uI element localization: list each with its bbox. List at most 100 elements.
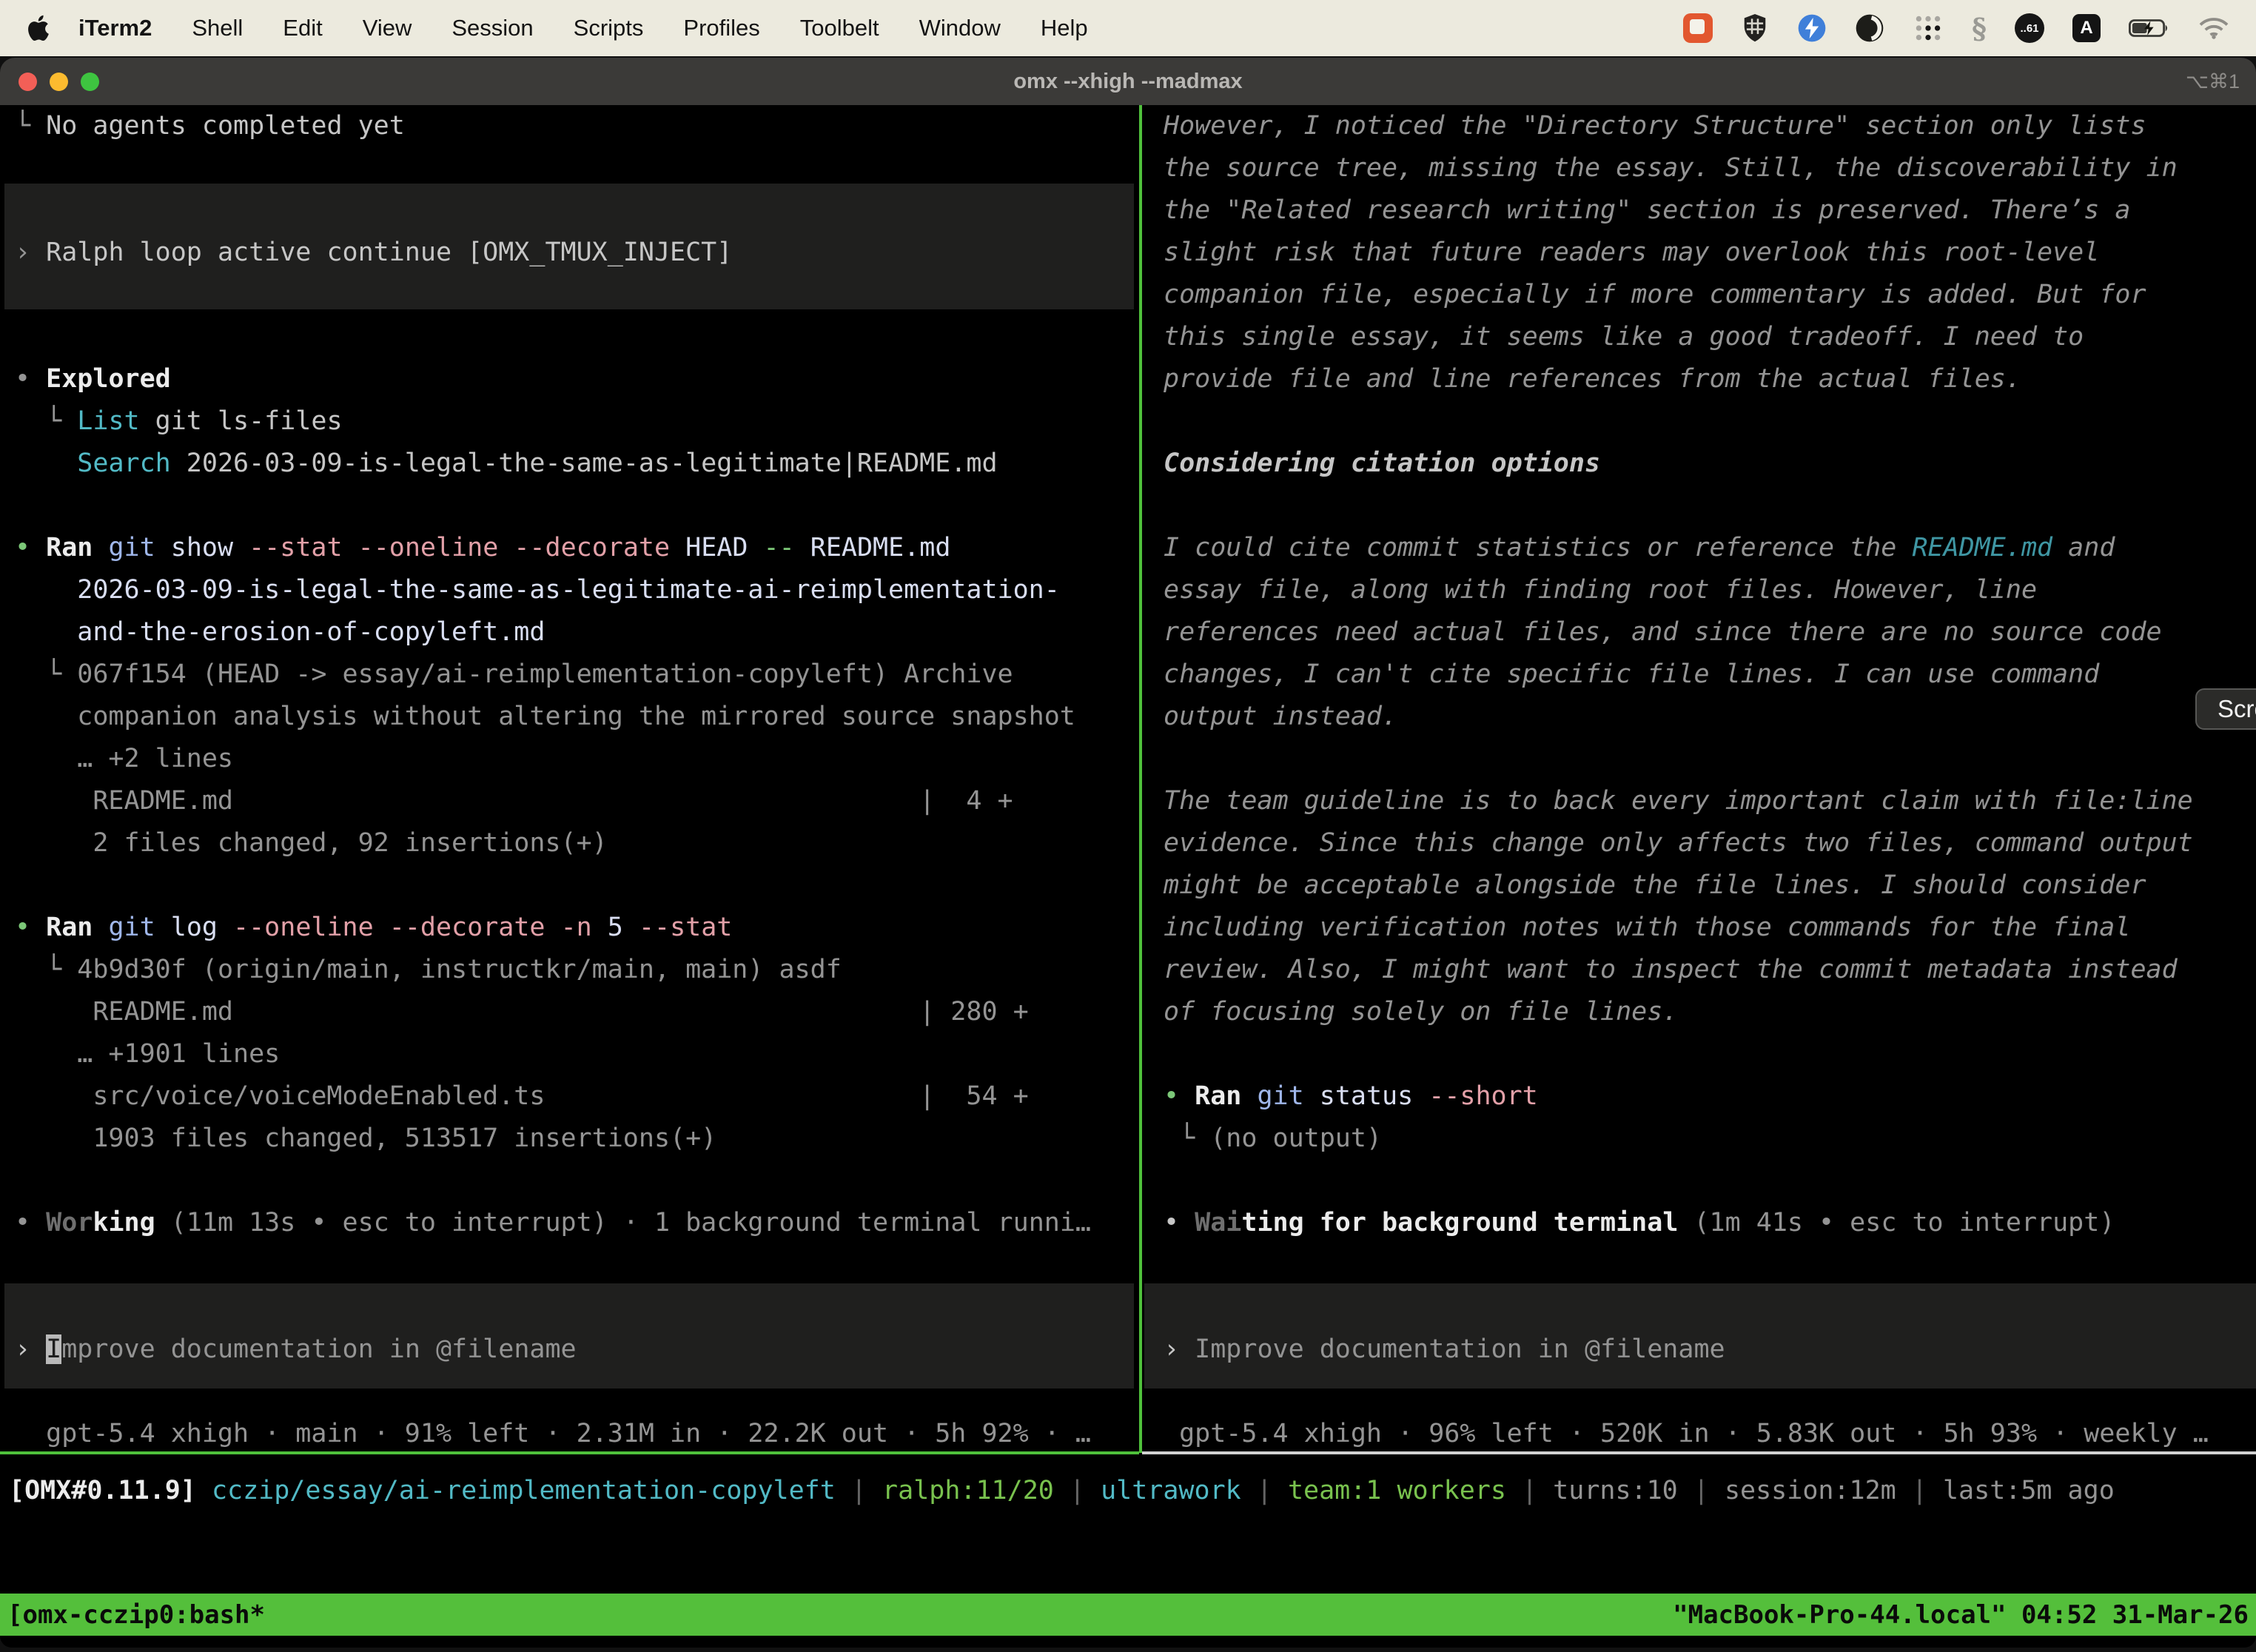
terminal-row: src/voice/voiceModeEnabled.ts | 54 + [0, 1075, 1140, 1118]
tmux-pane-right[interactable]: However, I noticed the "Directory Struct… [1143, 105, 2256, 1455]
terminal-row: the "Related research writing" section i… [1143, 189, 2256, 232]
terminal-row: › Improve documentation in @filename [1143, 1329, 2256, 1371]
terminal-row: this single essay, it seems like a good … [1143, 316, 2256, 358]
screen: { "menu_bar": { "items": ["iTerm2", "She… [0, 0, 2256, 1652]
input-source-icon[interactable]: A [2072, 14, 2101, 42]
terminal-row [0, 1244, 1140, 1286]
terminal-row: … +1901 lines [0, 1033, 1140, 1075]
snake-glyph-icon[interactable]: § [1972, 12, 1987, 45]
pie-crescent-icon[interactable] [1855, 13, 1884, 43]
terminal-row: output instead. [1143, 696, 2256, 738]
dots-grid-icon[interactable] [1913, 13, 1944, 44]
menu-item-iterm2[interactable]: iTerm2 [62, 15, 172, 41]
terminal-row: Considering citation options [1143, 443, 2256, 485]
window-shortcut-badge: ⌥⌘1 [2186, 70, 2240, 93]
tmux-pane-left[interactable]: └ No agents completed yet › Ralph loop ac… [0, 105, 1140, 1455]
terminal-row: Search 2026-03-09-is-legal-the-same-as-l… [0, 443, 1140, 485]
pane-divider[interactable] [1139, 105, 1142, 1453]
terminal-row: • Ran git show --stat --oneline --decora… [0, 527, 1140, 569]
left-pane-rows: └ No agents completed yet › Ralph loop ac… [0, 105, 1140, 1455]
terminal-row [1143, 1371, 2256, 1413]
menu-item-profiles[interactable]: Profiles [663, 15, 779, 41]
shield-icon[interactable] [1741, 13, 1769, 44]
terminal-row: companion file, especially if more comme… [1143, 274, 2256, 316]
terminal-row: including verification notes with those … [1143, 907, 2256, 949]
window-title: omx --xhigh --madmax [0, 70, 2256, 94]
terminal-row: • Waiting for background terminal (1m 41… [1143, 1202, 2256, 1244]
menu-item-window[interactable]: Window [899, 15, 1021, 41]
terminal-row: • Ran git log --oneline --decorate -n 5 … [0, 907, 1140, 949]
terminal-row: The team guideline is to back every impo… [1143, 780, 2256, 822]
terminal-row: essay file, along with finding root file… [1143, 569, 2256, 611]
terminal-row: of focusing solely on file lines. [1143, 991, 2256, 1033]
terminal-row [0, 1286, 1140, 1329]
terminal-row: README.md | 280 + [0, 991, 1140, 1033]
terminal-row: However, I noticed the "Directory Struct… [1143, 105, 2256, 147]
terminal-row: I could cite commit statistics or refere… [1143, 527, 2256, 569]
terminal-row: › Improve documentation in @filename [0, 1329, 1140, 1371]
terminal-row [1143, 485, 2256, 527]
terminal-row: companion analysis without altering the … [0, 696, 1140, 738]
battery-icon[interactable] [2129, 17, 2170, 39]
terminal-row [1143, 1033, 2256, 1075]
terminal-row: evidence. Since this change only affects… [1143, 822, 2256, 864]
menu-item-help[interactable]: Help [1021, 15, 1108, 41]
tmux-status-bar: [omx-cczip0:bash* "MacBook-Pro-44.local"… [0, 1594, 2256, 1636]
menu-item-scripts[interactable]: Scripts [554, 15, 664, 41]
window-title-bar[interactable]: omx --xhigh --madmax ⌥⌘1 [0, 58, 2256, 105]
terminal-row [0, 864, 1140, 907]
terminal-row [1143, 1244, 2256, 1286]
percent-badge-icon[interactable]: ..61 [2015, 13, 2044, 43]
tmux-session-label: [omx-cczip0:bash* [7, 1600, 265, 1630]
terminal-row: • Ran git status --short [1143, 1075, 2256, 1118]
terminal-row [1143, 738, 2256, 780]
terminal-row: › Ralph loop active continue [OMX_TMUX_I… [0, 232, 1140, 274]
terminal-row [1143, 1286, 2256, 1329]
terminal-row: • Working (11m 13s • esc to interrupt) ·… [0, 1202, 1140, 1244]
terminal-row: slight risk that future readers may over… [1143, 232, 2256, 274]
terminal-row [0, 485, 1140, 527]
menu-item-shell[interactable]: Shell [172, 15, 263, 41]
terminal-row: provide file and line references from th… [1143, 358, 2256, 400]
menu-item-session[interactable]: Session [432, 15, 553, 41]
terminal-row: 2 files changed, 92 insertions(+) [0, 822, 1140, 864]
terminal-row [0, 1371, 1140, 1413]
pane-bottom-border-inactive [1142, 1451, 2256, 1454]
terminal-row [0, 274, 1140, 316]
terminal-row: the source tree, missing the essay. Stil… [1143, 147, 2256, 189]
terminal-row: 1903 files changed, 513517 insertions(+) [0, 1118, 1140, 1160]
terminal-row: and-the-erosion-of-copyleft.md [0, 611, 1140, 654]
terminal-row: └ (no output) [1143, 1118, 2256, 1160]
terminal-area: └ No agents completed yet › Ralph loop ac… [0, 105, 2256, 1648]
terminal-row: 2026-03-09-is-legal-the-same-as-legitima… [0, 569, 1140, 611]
menu-bar-status-icons: § ..61 A [1683, 12, 2229, 45]
chat-app-icon[interactable] [1683, 13, 1713, 43]
terminal-row: changes, I can't cite specific file line… [1143, 654, 2256, 696]
terminal-row: might be acceptable alongside the file l… [1143, 864, 2256, 907]
terminal-row: └ 067f154 (HEAD -> essay/ai-reimplementa… [0, 654, 1140, 696]
terminal-row: README.md | 4 + [0, 780, 1140, 822]
menu-item-edit[interactable]: Edit [263, 15, 342, 41]
wifi-icon[interactable] [2198, 16, 2229, 40]
apple-menu-icon[interactable] [27, 13, 52, 43]
terminal-row: └ No agents completed yet [0, 105, 1140, 147]
menu-items: iTerm2ShellEditViewSessionScriptsProfile… [62, 15, 1108, 41]
menu-item-view[interactable]: View [343, 15, 432, 41]
iterm2-window: omx --xhigh --madmax ⌥⌘1 └ No agents com… [0, 58, 2256, 1648]
terminal-row: [OMX#0.11.9] cczip/essay/ai-reimplementa… [9, 1470, 2256, 1512]
macos-menu-bar: iTerm2ShellEditViewSessionScriptsProfile… [0, 0, 2256, 56]
tmux-host-clock-label: "MacBook-Pro-44.local" 04:52 31-Mar-26 [1673, 1600, 2249, 1630]
lightning-badge-icon[interactable] [1797, 13, 1827, 43]
pane-bottom-border-active [0, 1451, 1139, 1454]
terminal-row [0, 189, 1140, 232]
badge-61-label: ..61 [2020, 22, 2038, 35]
terminal-row: gpt-5.4 xhigh · main · 91% left · 2.31M … [0, 1413, 1140, 1455]
menu-item-toolbelt[interactable]: Toolbelt [780, 15, 899, 41]
terminal-row: gpt-5.4 xhigh · 96% left · 520K in · 5.8… [1143, 1413, 2256, 1455]
terminal-row: └ 4b9d30f (origin/main, instructkr/main,… [0, 949, 1140, 991]
terminal-row: … +2 lines [0, 738, 1140, 780]
terminal-row [1143, 1160, 2256, 1202]
terminal-row [1143, 400, 2256, 443]
right-pane-rows: However, I noticed the "Directory Struct… [1143, 105, 2256, 1455]
terminal-row [0, 1160, 1140, 1202]
